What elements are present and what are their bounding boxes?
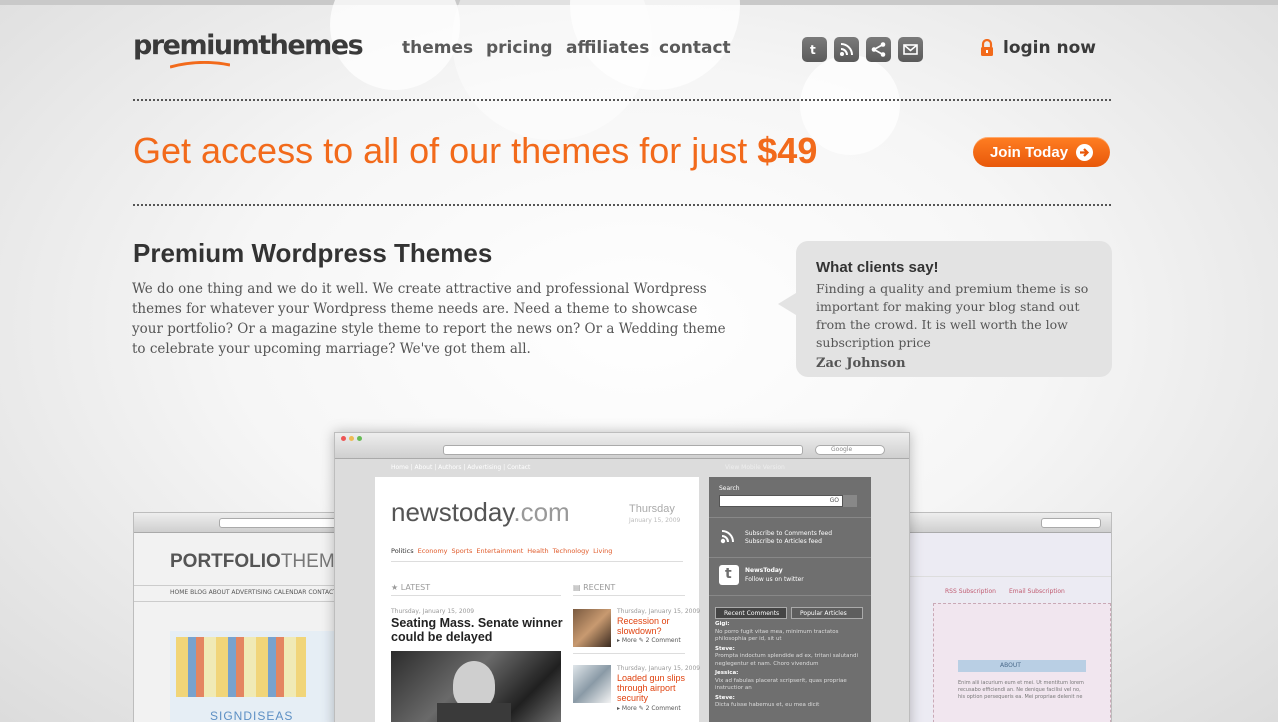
rss-icon [720,530,734,544]
subscribe-articles-link[interactable]: Subscribe to Articles feed [745,538,822,545]
email-subscription-link[interactable]: Email Subscription [1009,588,1065,595]
headline-link[interactable]: Seating Mass. Senate winner could be del… [391,616,566,644]
recent-title[interactable]: Recession or slowdown? [617,616,687,636]
newstoday-date: January 15, 2009 [629,517,681,524]
headline-date: Thursday, January 15, 2009 [391,608,475,615]
recent-meta: ▸ More ✎ 2 Comment [617,637,681,644]
comment-item: Jessica: Vix ad fabulas placerat scripser… [715,670,847,691]
subscribe-comments-link[interactable]: Subscribe to Comments feed [745,530,832,537]
category-item[interactable]: Politics [391,547,414,555]
logo-swoosh [170,61,230,69]
newstoday-theme-preview[interactable]: Google Home | About | Authors | Advertis… [334,432,910,722]
login-link[interactable]: login now [979,38,1096,58]
nav-contact[interactable]: contact [659,38,731,58]
sidebar-search-input[interactable]: GO [719,495,843,507]
category-item[interactable]: Entertainment [476,547,523,555]
about-label: ABOUT [1000,662,1021,669]
join-today-button[interactable]: Join Today [973,137,1110,167]
portfolio-logo: PORTFOLIOTHEME [170,551,343,572]
arrow-right-icon [1076,143,1094,161]
newstoday-day: Thursday [629,503,675,515]
category-item[interactable]: Health [527,547,548,555]
newstoday-logo: newstoday.com [391,497,570,527]
newstoday-page: newstoday.com Thursday January 15, 2009 … [375,477,701,722]
tab-popular-articles[interactable]: Popular Articles [791,607,863,619]
twitter-name: NewsToday [745,567,783,574]
newstoday-categories: Politics Economy Sports Entertainment He… [391,547,612,555]
comment-item: Gigi: No porro fugit vitae mea, minimum t… [715,621,839,642]
comment-item: Steve: Dicta fuisse habemus et, eu mea di… [715,694,820,709]
divider [133,99,1111,101]
testimonial-text: Finding a quality and premium theme is s… [816,281,1089,350]
login-label: login now [1003,38,1097,58]
newstoday-sidebar: Search GO Subscribe to Comments feed Sub… [709,477,871,722]
svg-text:t: t [810,43,816,57]
portfolio-nav: HOME BLOG ABOUT ADVERTISING CALENDAR CON… [170,589,337,596]
comment-item: Steve: Prompta indoctum splendide ad ex, … [715,645,859,667]
recent-thumb [573,665,611,703]
category-item[interactable]: Economy [418,547,448,555]
twitter-icon[interactable]: t [802,37,827,62]
category-item[interactable]: Technology [553,547,589,555]
search-label: Search [719,485,740,492]
rss-subscription-link[interactable]: RSS Subscription [945,588,996,595]
intro-text: We do one thing and we do it well. We cr… [132,281,726,357]
recent-date: Thursday, January 15, 2009 [617,665,701,672]
about-text: Enim alii iacurium eum et mei. Ut mentit… [958,680,1084,700]
share-icon[interactable] [866,37,891,62]
newstoday-top-nav: Home | About | Authors | Advertising | C… [391,464,531,471]
rss-icon[interactable] [834,37,859,62]
nav-affiliates[interactable]: affiliates [566,38,649,58]
lock-icon [981,39,993,56]
category-item[interactable]: Living [593,547,612,555]
promo-headline: Get access to all of our themes for just… [133,130,817,172]
wedding-theme-preview[interactable]: RSS Subscription Email Subscription ABOU… [900,512,1112,722]
divider [133,204,1111,206]
twitter-follow-link[interactable]: Follow us on twitter [745,576,804,583]
browser-chrome [901,513,1111,533]
headline-image [391,651,561,722]
recent-title[interactable]: Loaded gun slips through airport securit… [617,673,687,703]
testimonial-author: Zac Johnson [816,356,906,371]
promo-text: Get access to all of our themes for just [133,130,758,171]
promo-price: $49 [757,130,818,171]
testimonial-box: What clients say! Finding a quality and … [778,241,1112,377]
logo[interactable]: premiumthemes [133,30,364,61]
recent-date: Thursday, January 15, 2009 [617,608,701,615]
category-item[interactable]: Sports [452,547,473,555]
mobile-version-link[interactable]: View Mobile Version [725,464,785,471]
join-label: Join Today [989,143,1069,161]
nav-pricing[interactable]: pricing [486,38,553,58]
about-box: ABOUT Enim alii iacurium eum et mei. Ut … [933,603,1111,722]
portfolio-theme-preview[interactable]: PORTFOLIOTHEME HOME BLOG ABOUT ADVERTISI… [133,512,343,722]
tab-recent-comments[interactable]: Recent Comments [715,607,787,619]
recent-thumb [573,609,611,647]
google-search-input[interactable]: Google [831,446,852,453]
portfolio-image: SIGNDISEAS [170,631,340,722]
recent-meta: ▸ More ✎ 2 Comment [617,705,681,712]
nav-themes[interactable]: themes [402,38,473,58]
testimonial-title: What clients say! [816,259,939,276]
page-title: Premium Wordpress Themes [133,238,493,268]
browser-chrome: Google [335,433,909,459]
browser-chrome [134,513,342,533]
latest-label: ★ LATEST [391,583,431,592]
recent-label: ▤ RECENT [573,583,616,592]
comment-list: Gigi: No porro fugit vitae mea, minimum t… [715,621,863,710]
email-icon[interactable] [898,37,923,62]
twitter-icon: t [719,565,739,585]
